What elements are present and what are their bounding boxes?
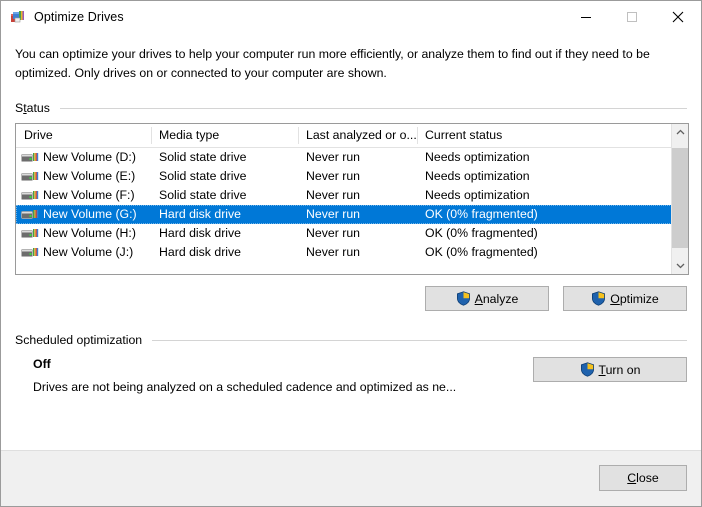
table-row[interactable]: New Volume (D:) Solid state drive Never …: [16, 148, 688, 167]
dialog-footer: Close: [1, 450, 701, 506]
drive-icon: [21, 208, 39, 222]
cell-current-status: OK (0% fragmented): [425, 207, 538, 221]
cell-media-type: Hard disk drive: [159, 226, 242, 240]
cell-last-analyzed: Never run: [306, 245, 360, 259]
minimize-icon[interactable]: [563, 1, 609, 33]
window-title: Optimize Drives: [34, 10, 124, 24]
chevron-down-icon[interactable]: [672, 257, 688, 274]
cell-current-status: Needs optimization: [425, 150, 530, 164]
status-group-label: Status: [15, 101, 50, 115]
cell-current-status: OK (0% fragmented): [425, 245, 538, 259]
close-button[interactable]: Close: [599, 465, 687, 491]
button-spacer: [549, 286, 563, 311]
status-group-divider: [59, 107, 687, 109]
scheduled-optimization-details: Off Drives are not being analyzed on a s…: [15, 357, 687, 413]
drives-list-rows: New Volume (D:) Solid state drive Never …: [16, 148, 688, 262]
scheduled-optimization-section: Scheduled optimization Off Drives are no…: [15, 333, 687, 413]
column-header-current-status[interactable]: Current status: [417, 124, 657, 147]
defrag-icon: [10, 9, 26, 25]
scheduled-group-divider: [152, 339, 687, 341]
table-row[interactable]: New Volume (E:) Solid state drive Never …: [16, 167, 688, 186]
cell-drive: New Volume (F:): [16, 186, 151, 205]
optimize-drives-window: Optimize Drives You can optimize your dr…: [0, 0, 702, 507]
cell-last-analyzed: Never run: [306, 207, 360, 221]
table-row[interactable]: New Volume (H:) Hard disk drive Never ru…: [16, 224, 688, 243]
scheduled-group-label: Scheduled optimization: [15, 333, 143, 347]
intro-text: You can optimize your drives to help you…: [15, 47, 650, 80]
drives-list-scrollbar[interactable]: [671, 124, 688, 274]
drive-label: New Volume (E:): [43, 169, 136, 183]
table-row[interactable]: New Volume (F:) Solid state drive Never …: [16, 186, 688, 205]
close-icon[interactable]: [655, 1, 701, 33]
analyze-button-label: Analyze: [474, 291, 519, 306]
uac-shield-icon: [591, 291, 606, 306]
close-button-label: Close: [627, 471, 659, 485]
column-header-drive[interactable]: Drive: [16, 124, 151, 147]
table-row-selected[interactable]: New Volume (G:) Hard disk drive Never ru…: [16, 205, 688, 224]
drive-icon: [21, 151, 39, 165]
cell-last-analyzed: Never run: [306, 169, 360, 183]
cell-drive: New Volume (D:): [16, 148, 151, 167]
drive-label: New Volume (F:): [43, 188, 135, 202]
column-header-last-analyzed[interactable]: Last analyzed or o...: [298, 124, 417, 147]
cell-last-analyzed: Never run: [306, 188, 360, 202]
turn-on-wrapper: Turn on: [533, 357, 687, 382]
cell-media-type: Solid state drive: [159, 169, 247, 183]
cell-media-type: Hard disk drive: [159, 207, 242, 221]
drive-label: New Volume (D:): [43, 150, 136, 164]
scheduled-description: Drives are not being analyzed on a sched…: [33, 380, 457, 394]
optimize-button-label: Optimize: [610, 291, 659, 306]
drives-list-header: Drive Media type Last analyzed or o... C…: [16, 124, 688, 148]
cell-drive: New Volume (J:): [16, 243, 151, 262]
drive-icon: [21, 170, 39, 184]
status-group-header: Status: [15, 101, 687, 115]
chevron-up-icon[interactable]: [672, 124, 688, 141]
optimize-button[interactable]: Optimize: [563, 286, 687, 311]
drive-icon: [21, 227, 39, 241]
cell-media-type: Solid state drive: [159, 150, 247, 164]
drive-label: New Volume (H:): [43, 226, 136, 240]
scrollbar-thumb[interactable]: [672, 148, 688, 248]
drive-label: New Volume (J:): [43, 245, 134, 259]
turn-on-button-label: Turn on: [598, 362, 641, 377]
uac-shield-icon: [456, 291, 471, 306]
cell-media-type: Hard disk drive: [159, 245, 242, 259]
uac-shield-icon: [580, 362, 595, 377]
cell-media-type: Solid state drive: [159, 188, 247, 202]
cell-drive: New Volume (E:): [16, 167, 151, 186]
title-bar: Optimize Drives: [1, 1, 701, 33]
cell-current-status: Needs optimization: [425, 169, 530, 183]
turn-on-button[interactable]: Turn on: [533, 357, 687, 382]
drive-icon: [21, 246, 39, 260]
column-header-media-type[interactable]: Media type: [151, 124, 298, 147]
maximize-icon[interactable]: [609, 1, 655, 33]
analyze-button[interactable]: Analyze: [425, 286, 549, 311]
cell-current-status: OK (0% fragmented): [425, 226, 538, 240]
cell-current-status: Needs optimization: [425, 188, 530, 202]
window-controls: [563, 1, 701, 33]
cell-last-analyzed: Never run: [306, 226, 360, 240]
drives-list[interactable]: Drive Media type Last analyzed or o... C…: [15, 123, 689, 275]
cell-drive: New Volume (H:): [16, 224, 151, 243]
cell-drive: New Volume (G:): [16, 205, 151, 224]
dialog-body: You can optimize your drives to help you…: [1, 45, 701, 413]
scheduled-group-header: Scheduled optimization: [15, 333, 687, 347]
table-row[interactable]: New Volume (J:) Hard disk drive Never ru…: [16, 243, 688, 262]
cell-last-analyzed: Never run: [306, 150, 360, 164]
drive-label: New Volume (G:): [43, 207, 137, 221]
status-actions: Analyze Optimize: [15, 286, 687, 311]
drive-icon: [21, 189, 39, 203]
